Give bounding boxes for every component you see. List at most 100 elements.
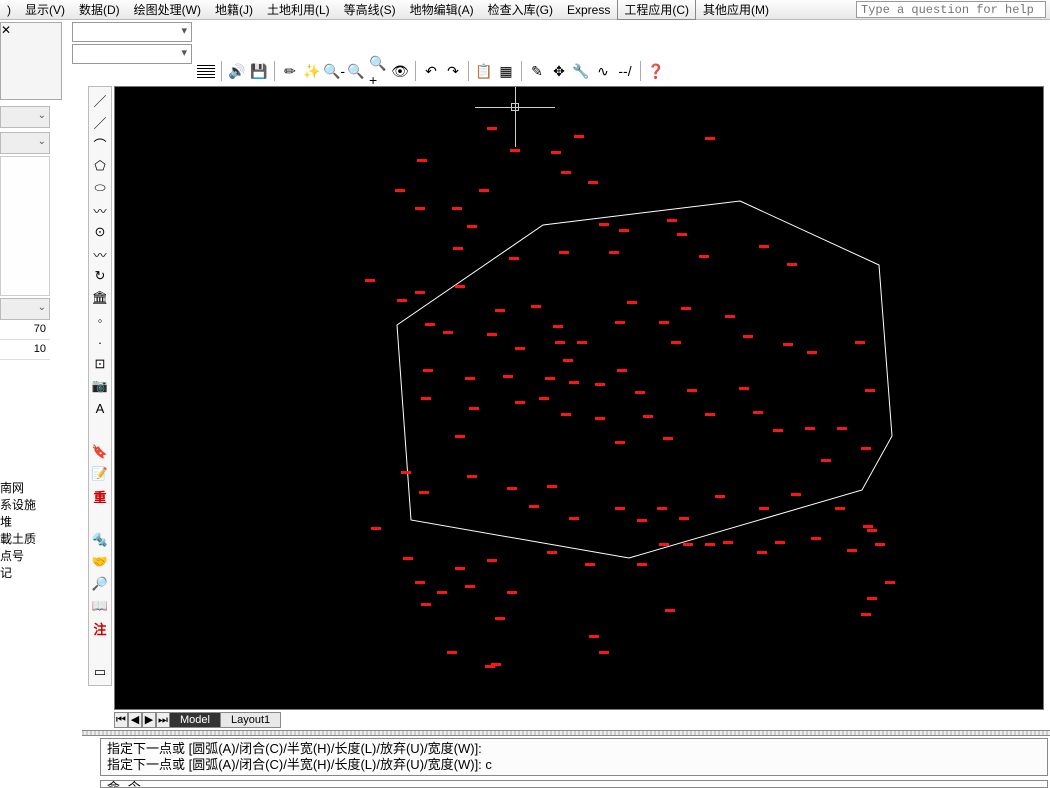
menu-e[interactable]: ) <box>0 1 18 19</box>
draw-tool-7[interactable]: 〰 <box>90 244 110 264</box>
drawing-canvas[interactable] <box>115 87 1043 709</box>
clipboard-icon[interactable]: 📋 <box>474 61 494 81</box>
help-icon[interactable]: ❓ <box>646 61 666 81</box>
survey-point <box>861 447 871 450</box>
draw-tool-23[interactable]: 📖 <box>90 596 110 616</box>
draw-tool-1[interactable]: ／ <box>90 112 110 132</box>
hatch-icon[interactable] <box>196 61 216 81</box>
draw-tool-2[interactable]: ⌒ <box>90 134 110 154</box>
survey-point <box>495 309 505 312</box>
pan-icon[interactable]: 👁 <box>390 61 410 81</box>
draw-tool-25[interactable] <box>90 640 110 660</box>
draw-tool-14[interactable]: A <box>90 398 110 418</box>
layer-label[interactable]: 点号 <box>0 548 60 565</box>
zoom-out-icon[interactable]: 🔍- <box>324 61 344 81</box>
survey-point <box>805 427 815 430</box>
wave-icon[interactable]: ∿ <box>593 61 613 81</box>
pencil-icon[interactable]: ✏ <box>280 61 300 81</box>
tab-model[interactable]: Model <box>169 712 221 728</box>
draw-tool-17[interactable]: 📝 <box>90 464 110 484</box>
grid-icon[interactable]: ▦ <box>496 61 516 81</box>
wrench-icon[interactable]: 🔧 <box>571 61 591 81</box>
draw-tool-13[interactable]: 📷 <box>90 376 110 396</box>
survey-point <box>561 413 571 416</box>
survey-point <box>589 635 599 638</box>
draw-tool-24[interactable]: 注 <box>90 618 110 638</box>
layer-labels: 南网 系设施 堆 載土质 点号 记 <box>0 480 60 582</box>
draw-tool-3[interactable]: ⬠ <box>90 156 110 176</box>
survey-point <box>559 251 569 254</box>
survey-point <box>421 603 431 606</box>
survey-point <box>699 255 709 258</box>
draw-tool-12[interactable]: ⊡ <box>90 354 110 374</box>
menu-feature-edit[interactable]: 地物编辑(A) <box>403 0 481 20</box>
layer-label[interactable]: 记 <box>0 565 60 582</box>
draw-tool-26[interactable]: ▭ <box>90 662 110 682</box>
draw-tool-20[interactable]: 🔩 <box>90 530 110 550</box>
tab-prev-icon[interactable]: ◀ <box>128 712 142 728</box>
draw-tool-5[interactable]: 〰 <box>90 200 110 220</box>
tab-layout1[interactable]: Layout1 <box>220 712 281 728</box>
survey-point <box>479 189 489 192</box>
dash-icon[interactable]: --/ <box>615 61 635 81</box>
draw-tool-9[interactable]: 🏛 <box>90 288 110 308</box>
tab-first-icon[interactable]: ⏮ <box>114 712 128 728</box>
draw-tool-11[interactable]: · <box>90 332 110 352</box>
menu-engineering[interactable]: 工程应用(C) <box>617 0 696 20</box>
menu-other[interactable]: 其他应用(M) <box>696 0 776 20</box>
survey-point <box>599 651 609 654</box>
draw-tool-4[interactable]: ⬭ <box>90 178 110 198</box>
tab-last-icon[interactable]: ⏭ <box>156 712 170 728</box>
draw-tool-16[interactable]: 🔖 <box>90 442 110 462</box>
layer-label[interactable]: 南网 <box>0 480 60 497</box>
menu-landuse[interactable]: 土地利用(L) <box>260 0 337 20</box>
menu-cadastre[interactable]: 地籍(J) <box>208 0 260 20</box>
survey-point <box>637 563 647 566</box>
help-search-input[interactable] <box>856 1 1046 18</box>
survey-point <box>455 285 465 288</box>
menu-data[interactable]: 数据(D) <box>72 0 127 20</box>
draw-tool-19[interactable] <box>90 508 110 528</box>
survey-point <box>465 377 475 380</box>
survey-point <box>783 343 793 346</box>
splitter[interactable] <box>82 730 1050 736</box>
zoom-icon[interactable]: 🔍 <box>346 61 366 81</box>
menu-express[interactable]: Express <box>560 1 617 19</box>
survey-point <box>563 359 573 362</box>
edit-icon[interactable]: ✎ <box>527 61 547 81</box>
draw-tool-15[interactable] <box>90 420 110 440</box>
draw-tool-10[interactable]: ◦ <box>90 310 110 330</box>
menu-check[interactable]: 检查入库(G) <box>481 0 560 20</box>
layer-label[interactable]: 系设施 <box>0 497 60 514</box>
style-combo-2[interactable] <box>72 44 192 64</box>
zoom-in-icon[interactable]: 🔍+ <box>368 61 388 81</box>
layer-label[interactable]: 載土质 <box>0 531 60 548</box>
undo-icon[interactable]: ↶ <box>421 61 441 81</box>
redo-icon[interactable]: ↷ <box>443 61 463 81</box>
save-icon[interactable]: 💾 <box>249 61 269 81</box>
panel-section-1[interactable]: ⌄ <box>0 106 50 128</box>
panel-close-icon[interactable]: ✕ <box>0 22 62 100</box>
value-row-1: 70 <box>0 320 50 340</box>
draw-tool-0[interactable]: ／ <box>90 90 110 110</box>
menu-contour[interactable]: 等高线(S) <box>337 0 403 20</box>
survey-point <box>643 415 653 418</box>
layer-label[interactable]: 堆 <box>0 514 60 531</box>
survey-point <box>807 351 817 354</box>
menu-draw[interactable]: 绘图处理(W) <box>127 0 208 20</box>
style-combo-1[interactable] <box>72 22 192 42</box>
menu-view[interactable]: 显示(V) <box>18 0 72 20</box>
draw-tool-18[interactable]: 重 <box>90 486 110 506</box>
move-icon[interactable]: ✥ <box>549 61 569 81</box>
draw-tool-8[interactable]: ↻ <box>90 266 110 286</box>
sparkle-icon[interactable]: ✨ <box>302 61 322 81</box>
survey-point <box>705 137 715 140</box>
announce-icon[interactable]: 🔊 <box>227 61 247 81</box>
command-input[interactable]: 命 令 <box>100 780 1048 788</box>
panel-section-2[interactable]: ⌄ <box>0 132 50 154</box>
draw-tool-22[interactable]: 🔎 <box>90 574 110 594</box>
draw-tool-6[interactable]: ⊙ <box>90 222 110 242</box>
panel-section-3[interactable]: ⌄ <box>0 298 50 320</box>
tab-next-icon[interactable]: ▶ <box>142 712 156 728</box>
draw-tool-21[interactable]: 🤝 <box>90 552 110 572</box>
